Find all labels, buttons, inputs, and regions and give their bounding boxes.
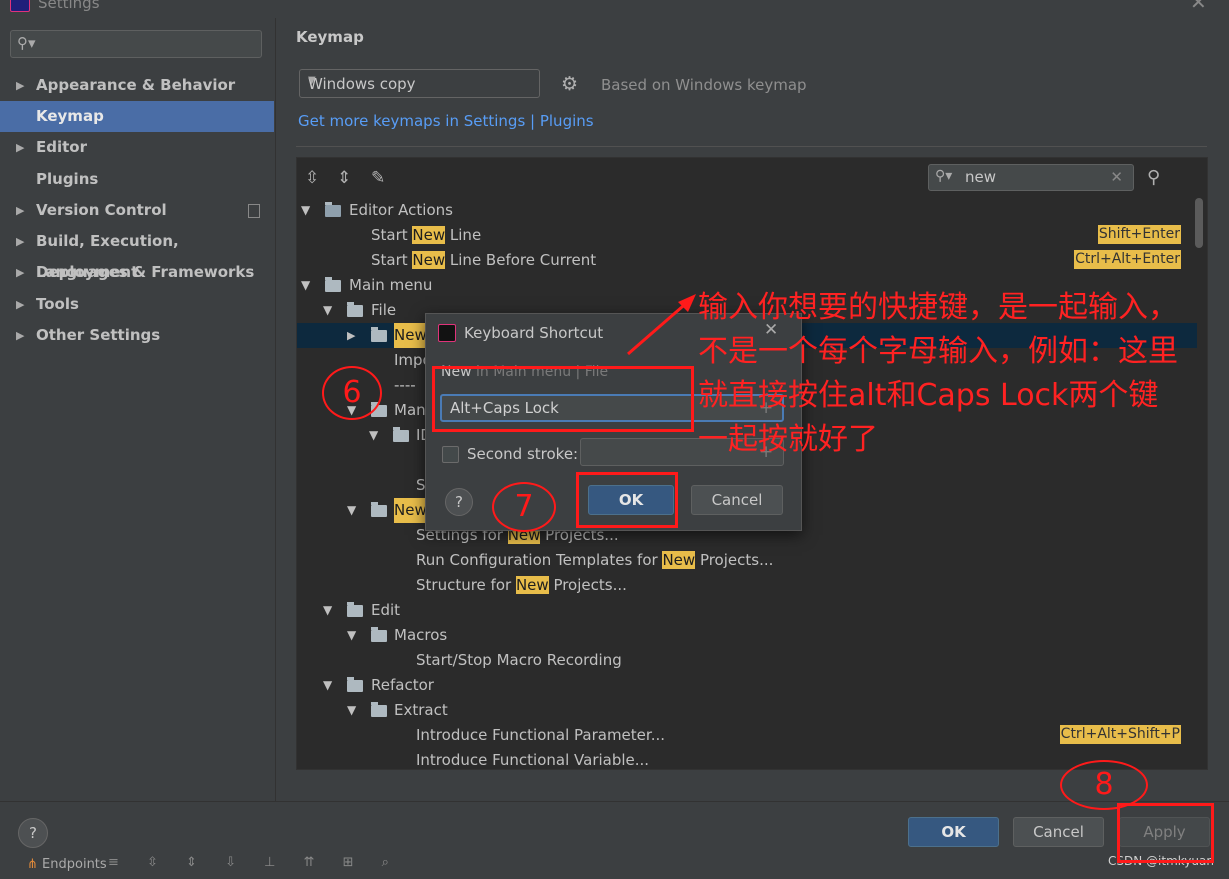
tree-row[interactable]: ▼ Editor Actions bbox=[297, 198, 1197, 223]
gear-icon[interactable]: ⚙ bbox=[561, 74, 578, 94]
sidebar-item-build[interactable]: ▶ Build, Execution, Deployment bbox=[0, 226, 274, 281]
dialog-title: Keyboard Shortcut bbox=[464, 324, 604, 342]
expand-arrow-icon: ▶ bbox=[16, 266, 25, 279]
action-search-input[interactable]: ⚲▾ new ✕ bbox=[928, 164, 1134, 191]
ok-button[interactable]: OK bbox=[908, 817, 999, 847]
folder-icon bbox=[347, 677, 363, 692]
settings-sidebar: ⚲▾ ▶ Appearance & Behavior Keymap ▶ Edit… bbox=[0, 18, 276, 801]
edit-icon[interactable]: ✎ bbox=[371, 168, 385, 188]
expanded-arrow-icon: ▼ bbox=[323, 303, 333, 317]
page-title: Keymap bbox=[296, 28, 364, 46]
tree-row[interactable]: Start/Stop Macro Recording bbox=[297, 648, 1197, 673]
annotation-step-8: 8 bbox=[1060, 760, 1148, 810]
window-title: Settings bbox=[38, 0, 100, 12]
expanded-arrow-icon: ▼ bbox=[323, 603, 333, 617]
shortcut-badge: Ctrl+Alt+Enter bbox=[1074, 250, 1181, 269]
sidebar-item-plugins[interactable]: Plugins bbox=[0, 164, 274, 195]
editor-actions-icon bbox=[325, 202, 341, 217]
toolbar-icons: ≡ ⇳ ⇕ ⇩ ⊥ ⇈ ⊞ ⌕ bbox=[108, 855, 401, 870]
expand-arrow-icon: ▶ bbox=[16, 298, 25, 311]
expand-arrow-icon: ▶ bbox=[16, 79, 25, 92]
expanded-arrow-icon: ▼ bbox=[323, 678, 333, 692]
app-logo-icon bbox=[438, 324, 456, 342]
sidebar-item-version-control[interactable]: ▶ Version Control bbox=[0, 195, 274, 226]
tree-row[interactable]: Start New Line Shift+Enter bbox=[297, 223, 1197, 248]
folder-icon bbox=[347, 302, 363, 317]
sidebar-item-appearance[interactable]: ▶ Appearance & Behavior bbox=[0, 70, 274, 101]
project-settings-icon bbox=[248, 204, 260, 218]
shortcut-badge: Ctrl+Alt+Shift+P bbox=[1059, 725, 1181, 744]
tree-row[interactable]: ▼ Extract bbox=[297, 698, 1197, 723]
folder-icon bbox=[371, 502, 387, 517]
folder-icon bbox=[347, 602, 363, 617]
tree-row[interactable]: Structure for New Projects... bbox=[297, 573, 1197, 598]
endpoints-tab[interactable]: ⋔ Endpoints bbox=[27, 857, 107, 872]
annotation-arrow bbox=[627, 294, 696, 356]
sidebar-item-languages[interactable]: ▶ Languages & Frameworks bbox=[0, 257, 274, 288]
expand-arrow-icon: ▶ bbox=[16, 141, 25, 154]
settings-search-input[interactable]: ⚲▾ bbox=[10, 30, 262, 58]
annotation-note: 输入你想要的快捷键，是一起输入，不是一个每个字母输入，例如：这里就直接按住alt… bbox=[698, 290, 1178, 457]
expanded-arrow-icon: ▼ bbox=[347, 703, 357, 717]
folder-icon bbox=[371, 327, 387, 342]
search-icon: ⚲▾ bbox=[17, 34, 36, 52]
expanded-arrow-icon: ▼ bbox=[369, 428, 379, 442]
annotation-box-shortcut bbox=[432, 366, 694, 432]
expand-arrow-icon: ▶ bbox=[16, 329, 25, 342]
expanded-arrow-icon: ▼ bbox=[301, 278, 311, 292]
sidebar-item-tools[interactable]: ▶ Tools bbox=[0, 289, 274, 320]
sidebar-item-editor[interactable]: ▶ Editor bbox=[0, 132, 274, 163]
expanded-arrow-icon: ▼ bbox=[347, 628, 357, 642]
expanded-arrow-icon: ▼ bbox=[347, 503, 357, 517]
collapsed-arrow-icon: ▶ bbox=[347, 329, 356, 342]
title-bar bbox=[0, 0, 1229, 18]
annotation-box-ok bbox=[576, 472, 678, 528]
search-icon: ⚲▾ bbox=[935, 168, 953, 184]
based-on-label: Based on Windows keymap bbox=[601, 76, 807, 94]
help-button[interactable]: ? bbox=[18, 818, 48, 848]
folder-icon bbox=[393, 427, 409, 442]
expand-arrow-icon: ▶ bbox=[16, 235, 25, 248]
tree-row[interactable]: ▼ Macros bbox=[297, 623, 1197, 648]
app-logo-icon bbox=[10, 0, 30, 12]
folder-icon bbox=[325, 277, 341, 292]
chevron-down-icon: ▼ bbox=[308, 75, 316, 86]
endpoints-icon: ⋔ bbox=[27, 857, 38, 872]
annotation-arrow-line bbox=[627, 298, 691, 356]
clear-icon[interactable]: ✕ bbox=[1110, 168, 1123, 186]
folder-icon bbox=[371, 702, 387, 717]
tree-row[interactable]: ▼ Refactor bbox=[297, 673, 1197, 698]
second-stroke-checkbox[interactable] bbox=[442, 446, 459, 463]
annotation-box-apply bbox=[1117, 803, 1214, 863]
dialog-cancel-button[interactable]: Cancel bbox=[691, 485, 783, 515]
expanded-arrow-icon: ▼ bbox=[301, 203, 311, 217]
cancel-button[interactable]: Cancel bbox=[1013, 817, 1104, 847]
divider bbox=[296, 146, 1207, 147]
expand-arrow-icon: ▶ bbox=[16, 204, 25, 217]
sidebar-item-other-settings[interactable]: ▶ Other Settings bbox=[0, 320, 274, 351]
sidebar-item-keymap[interactable]: Keymap bbox=[0, 101, 274, 132]
get-more-keymaps-link[interactable]: Get more keymaps in Settings | Plugins bbox=[298, 112, 594, 130]
find-shortcut-icon[interactable]: ⚲ bbox=[1147, 167, 1160, 188]
collapse-all-icon[interactable]: ⇕ bbox=[337, 168, 351, 188]
tree-row[interactable]: Introduce Functional Parameter... Ctrl+A… bbox=[297, 723, 1197, 748]
annotation-step-6: 6 bbox=[322, 366, 382, 420]
tree-row[interactable]: Introduce Functional Variable... bbox=[297, 748, 1197, 769]
shortcut-badge: Shift+Enter bbox=[1097, 225, 1181, 244]
tree-row[interactable]: Run Configuration Templates for New Proj… bbox=[297, 548, 1197, 573]
help-button[interactable]: ? bbox=[445, 488, 473, 516]
keymap-select[interactable]: Windows copy ▼ bbox=[299, 69, 540, 98]
tree-row[interactable]: ▼ Edit bbox=[297, 598, 1197, 623]
expand-all-icon[interactable]: ⇳ bbox=[305, 168, 319, 188]
close-icon[interactable]: ✕ bbox=[1190, 0, 1207, 14]
tree-row[interactable]: Start New Line Before Current Ctrl+Alt+E… bbox=[297, 248, 1197, 273]
annotation-step-7: 7 bbox=[492, 482, 556, 532]
folder-icon bbox=[371, 627, 387, 642]
second-stroke-label: Second stroke: bbox=[467, 445, 579, 463]
